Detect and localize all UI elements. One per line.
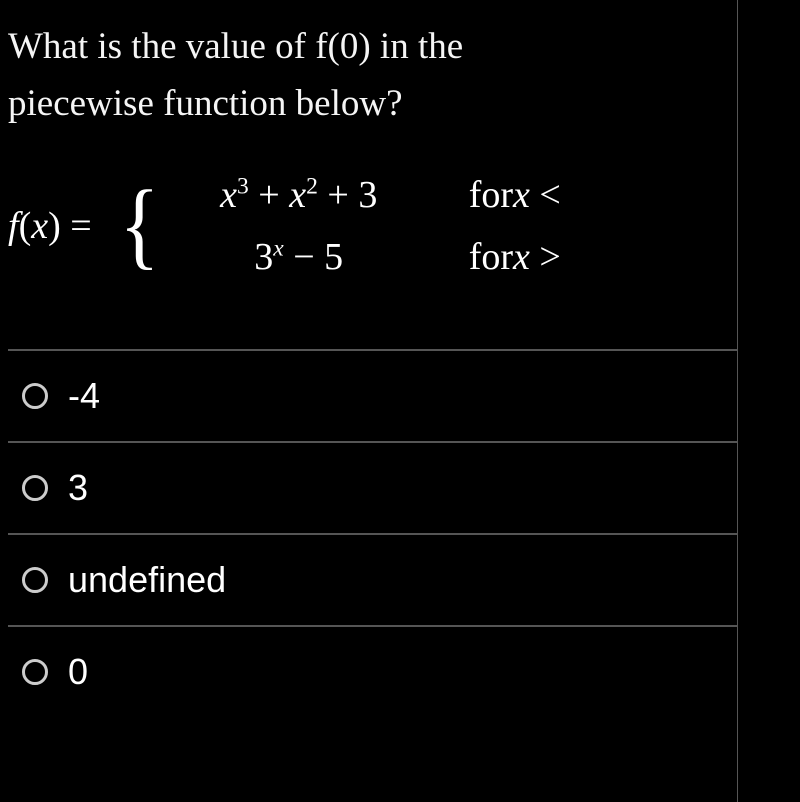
x-symbol: x (31, 204, 48, 248)
radio-icon (22, 383, 48, 409)
left-brace: { (119, 191, 159, 260)
option-3[interactable]: 3 (8, 441, 737, 533)
cases: x3 + x2 + 3 forx < 3x − 5 forx > (169, 173, 561, 279)
option-0[interactable]: 0 (8, 625, 737, 717)
question-panel: What is the value of f(0) in the piecewi… (0, 0, 738, 802)
for-text: for (469, 174, 513, 216)
option-label: 3 (68, 467, 88, 509)
x-var: x (513, 174, 530, 216)
case-2-condition: forx > (469, 235, 561, 279)
exponent-2: 2 (306, 173, 318, 199)
x-term: x (289, 174, 306, 216)
paren-open: ( (19, 204, 32, 248)
f-symbol: f (8, 204, 19, 248)
option-undefined[interactable]: undefined (8, 533, 737, 625)
exponent-3: 3 (237, 173, 249, 199)
less-than: < (530, 174, 561, 216)
case-2: 3x − 5 forx > (169, 235, 561, 279)
question-line-1: What is the value of f(0) in the (8, 26, 463, 67)
case-1: x3 + x2 + 3 forx < (169, 173, 561, 217)
x-var: x (513, 236, 530, 278)
question-line-2: piecewise function below? (8, 83, 403, 124)
case-1-expression: x3 + x2 + 3 (169, 173, 429, 217)
plus-3: + 3 (318, 174, 377, 216)
function-lhs: f (x) = (8, 204, 92, 248)
radio-icon (22, 567, 48, 593)
option-label: -4 (68, 375, 100, 417)
minus-5: − 5 (284, 236, 343, 278)
paren-close-eq: ) = (48, 204, 92, 248)
option-label: 0 (68, 651, 88, 693)
radio-icon (22, 475, 48, 501)
radio-icon (22, 659, 48, 685)
base-3: 3 (254, 236, 273, 278)
piecewise-function: f (x) = { x3 + x2 + 3 forx < 3x − 5 forx… (8, 173, 737, 279)
case-2-expression: 3x − 5 (169, 235, 429, 279)
case-1-condition: forx < (469, 173, 561, 217)
question-text: What is the value of f(0) in the piecewi… (8, 18, 737, 133)
x-term: x (220, 174, 237, 216)
greater-than: > (530, 236, 561, 278)
answer-options: -4 3 undefined 0 (8, 349, 737, 717)
exponent-x: x (273, 235, 283, 261)
option-label: undefined (68, 559, 226, 601)
plus: + (249, 174, 289, 216)
option-neg-4[interactable]: -4 (8, 349, 737, 441)
for-text: for (469, 236, 513, 278)
